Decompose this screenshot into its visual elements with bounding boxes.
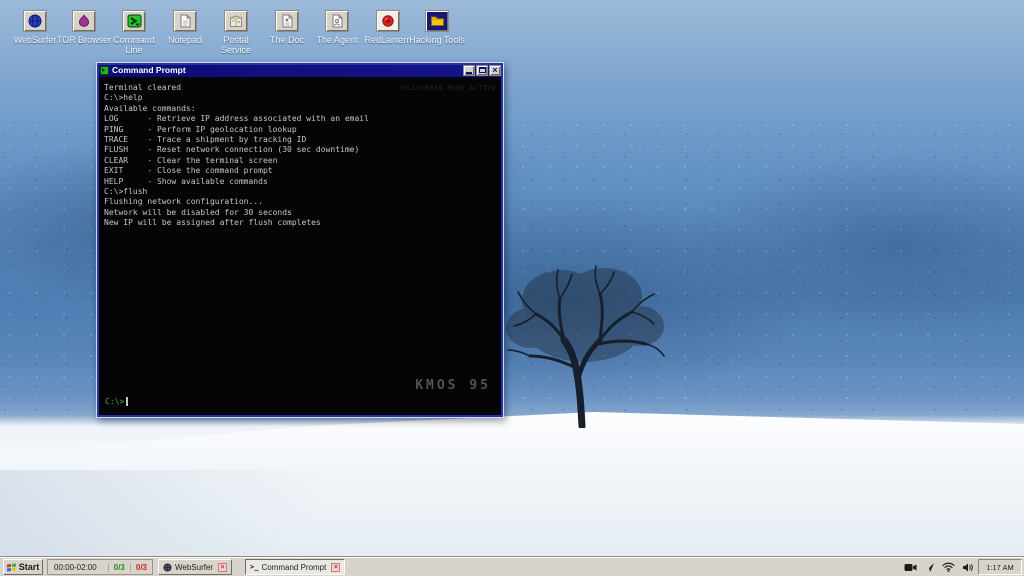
globe-icon: [23, 10, 47, 32]
terminal-line: New IP will be assigned after flush comp…: [104, 218, 496, 228]
agent-file-icon: [325, 10, 349, 32]
terminal-icon: >_: [250, 563, 258, 571]
package-icon: [224, 10, 248, 32]
minimize-icon: [466, 72, 472, 74]
volume-icon[interactable]: [962, 562, 974, 573]
terminal-icon: [100, 66, 109, 75]
desktop-icon-the-agent[interactable]: The Agent: [309, 10, 365, 45]
desktop-icon-label: TOR Browser: [56, 35, 112, 45]
taskbar-tab-label: WebSurfer: [175, 563, 213, 572]
terminal-line: PING - Perform IP geolocation lookup: [104, 125, 496, 135]
terminal-watermark: KMOS 95: [415, 378, 491, 393]
tab-close-icon[interactable]: ×: [218, 563, 227, 572]
desktop-icon-label: WebSurfer: [7, 35, 63, 45]
terminal-line: Available commands:: [104, 104, 496, 114]
notepad-icon: [173, 10, 197, 32]
start-button[interactable]: Start: [3, 559, 43, 575]
taskbar-tab-websurfer[interactable]: WebSurfer ×: [158, 559, 232, 575]
taskbar-clock[interactable]: 1:17 AM: [978, 559, 1022, 575]
terminal-prompt[interactable]: C:\>: [105, 397, 128, 406]
close-button[interactable]: ×: [489, 65, 501, 76]
desktop-icon-postal-service[interactable]: Postal Service: [208, 10, 264, 55]
desktop-icon-label: The Doc: [259, 35, 315, 45]
desktop-icon-command-line[interactable]: Command Line: [106, 10, 162, 55]
terminal-line: C:\>help: [104, 93, 496, 103]
desktop-icon-label: Hacking Tools: [409, 35, 465, 45]
tab-close-icon[interactable]: ×: [331, 563, 340, 572]
prompt-text: C:\>: [105, 397, 124, 406]
terminal-line: Flushing network configuration...: [104, 197, 496, 207]
desktop-icon-websurfer[interactable]: WebSurfer: [7, 10, 63, 45]
document-icon: [275, 10, 299, 32]
taskbar-tab-command-prompt[interactable]: >_ Command Prompt ×: [245, 559, 345, 575]
desktop-icon-label: The Agent: [309, 35, 365, 45]
maximize-button[interactable]: [476, 65, 488, 76]
terminal-status-right: FULLSCREEN MODE ACTIVE: [399, 83, 496, 93]
windows-logo-icon: [7, 563, 16, 571]
taskbar-tab-label: Command Prompt: [261, 563, 326, 572]
close-icon: ×: [492, 66, 497, 75]
desktop-icon-redlantern[interactable]: RedLantern: [360, 10, 416, 45]
text-cursor: [126, 397, 128, 406]
desktop-icon-notepad[interactable]: Notepad: [157, 10, 213, 45]
counter-red: 0/3: [130, 563, 152, 572]
onion-icon: [72, 10, 96, 32]
globe-icon: [163, 563, 172, 572]
desktop-icon-label: Notepad: [157, 35, 213, 45]
terminal-line: EXIT - Close the command prompt: [104, 166, 496, 176]
terminal-body[interactable]: Terminal cleared FULLSCREEN MODE ACTIVE …: [99, 79, 501, 415]
command-prompt-window: Command Prompt × Terminal cleared FULLSC…: [96, 62, 504, 418]
clock-text: 1:17 AM: [986, 563, 1014, 572]
wallpaper-tree: [500, 248, 670, 428]
desktop-icon-label: Postal Service: [208, 35, 264, 55]
terminal-line: TRACE - Trace a shipment by tracking ID: [104, 135, 496, 145]
start-label: Start: [19, 562, 40, 572]
desktop: WebSurfer TOR Browser Command Line Notep…: [0, 0, 1024, 576]
maximize-icon: [479, 67, 486, 73]
terminal-status-left: Terminal cleared: [104, 83, 181, 93]
folder-icon: [425, 10, 449, 32]
camera-icon[interactable]: [904, 562, 917, 573]
desktop-icon-label: RedLantern: [360, 35, 416, 45]
red-lantern-icon: [376, 10, 400, 32]
terminal-line: LOG - Retrieve IP address associated wit…: [104, 114, 496, 124]
window-title: Command Prompt: [112, 65, 462, 75]
terminal-line: C:\>flush: [104, 187, 496, 197]
shift-timer: 00:00-02:00: [48, 563, 108, 572]
terminal-status-line: Terminal cleared FULLSCREEN MODE ACTIVE: [104, 83, 496, 93]
desktop-icon-hacking-tools[interactable]: Hacking Tools: [409, 10, 465, 45]
desktop-icon-label: Command Line: [106, 35, 162, 55]
terminal-line: HELP - Show available commands: [104, 177, 496, 187]
terminal-line: FLUSH - Reset network connection (30 sec…: [104, 145, 496, 155]
counter-green: 0/3: [108, 563, 130, 572]
shift-timer-panel: 00:00-02:00 0/3 0/3: [47, 559, 153, 575]
wifi-icon[interactable]: [942, 562, 955, 572]
desktop-icon-tor-browser[interactable]: TOR Browser: [56, 10, 112, 45]
location-arrow-icon[interactable]: [924, 562, 935, 573]
terminal-line: Network will be disabled for 30 seconds: [104, 208, 496, 218]
window-titlebar[interactable]: Command Prompt ×: [97, 63, 503, 77]
desktop-icon-the-doc[interactable]: The Doc: [259, 10, 315, 45]
terminal-line: CLEAR - Clear the terminal screen: [104, 156, 496, 166]
terminal-icon: [122, 10, 146, 32]
taskbar: Start 00:00-02:00 0/3 0/3 WebSurfer × >_…: [0, 556, 1024, 576]
minimize-button[interactable]: [463, 65, 475, 76]
